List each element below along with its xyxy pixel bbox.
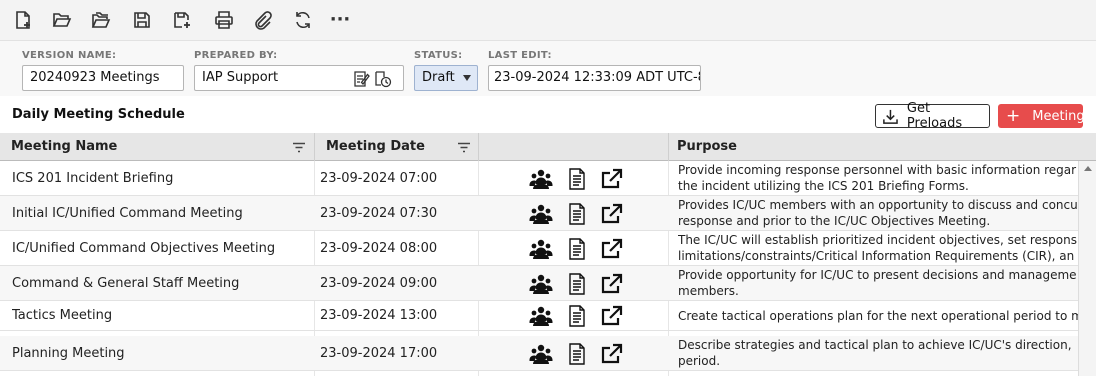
get-preloads-button[interactable]: Get Preloads [875, 101, 990, 131]
print-icon[interactable] [211, 7, 237, 33]
meeting-date-cell: 23-09-2024 09:00 [320, 275, 438, 291]
column-header-meeting-name[interactable]: Meeting Name [0, 133, 315, 161]
grid-header: Meeting Name Meeting Date Purpose [0, 133, 1096, 161]
open-external-icon[interactable] [599, 237, 625, 261]
history-icon[interactable] [374, 70, 392, 88]
save-as-icon[interactable] [169, 7, 195, 33]
attendees-icon[interactable] [528, 342, 554, 366]
attendees-icon[interactable] [528, 304, 554, 328]
purpose-line: limitations/constraints/Critical Informa… [678, 249, 1075, 263]
purpose-cell: The IC/UC will establish prioritized inc… [678, 231, 1078, 265]
version-name-label: VERSION NAME: [22, 50, 117, 61]
table-row[interactable]: IC/Unified Command Objectives Meeting 23-… [0, 231, 1078, 266]
attendees-icon[interactable] [528, 167, 554, 191]
column-header-actions [479, 133, 669, 161]
purpose-line: Provide incoming response personnel with… [678, 163, 1077, 177]
meeting-name-cell: IC/Unified Command Objectives Meeting [12, 240, 276, 256]
filter-icon[interactable] [457, 142, 471, 153]
attendees-icon[interactable] [528, 237, 554, 261]
save-icon[interactable] [129, 7, 155, 33]
plus-icon: + [1006, 106, 1021, 126]
add-meeting-button[interactable]: + Meeting [998, 104, 1085, 128]
table-row[interactable]: ICS 201 Incident Briefing 23-09-2024 07:0… [0, 161, 1078, 196]
purpose-cell: Provide incoming response personnel with… [678, 161, 1078, 195]
table-row[interactable]: Initial IC/Unified Command Meeting 23-09-… [0, 196, 1078, 231]
purpose-line: members. [678, 284, 739, 298]
prepared-by-field[interactable]: IAP Support [194, 65, 404, 91]
sign-icon[interactable] [353, 70, 371, 88]
purpose-line: Provides IC/UC members with an opportuni… [678, 198, 1078, 212]
new-document-icon[interactable] [10, 7, 36, 33]
section-title: Daily Meeting Schedule [12, 107, 185, 122]
purpose-line: period. [678, 354, 721, 368]
attendees-icon[interactable] [528, 202, 554, 226]
table-row[interactable]: Planning Meeting 23-09-2024 17:00 Describe… [0, 336, 1078, 371]
prepared-by-value: IAP Support [202, 70, 279, 85]
column-header-meeting-date[interactable]: Meeting Date [315, 133, 479, 161]
table-row[interactable]: Tactics Meeting 23-09-2024 13:00 Create ta… [0, 301, 1078, 331]
purpose-line: Provide opportunity for IC/UC to present… [678, 268, 1077, 282]
status-dropdown[interactable]: Draft [414, 65, 478, 91]
meeting-name-cell: Tactics Meeting [12, 308, 113, 323]
meeting-date-cell: 23-09-2024 08:00 [320, 240, 438, 256]
document-icon[interactable] [565, 237, 589, 261]
purpose-cell: Create tactical operations plan for the … [678, 301, 1078, 330]
meeting-date-cell: 23-09-2024 13:00 [320, 308, 438, 323]
attendees-icon[interactable] [528, 272, 554, 296]
refresh-icon[interactable] [290, 7, 316, 33]
table-row[interactable]: Command & General Staff Meeting 23-09-202… [0, 266, 1078, 301]
meeting-date-cell: 23-09-2024 07:00 [320, 170, 438, 186]
column-header-purpose[interactable]: Purpose [669, 133, 1096, 161]
purpose-cell: Describe strategies and tactical plan to… [678, 336, 1078, 370]
column-header-label: Meeting Name [11, 139, 118, 154]
open-external-icon[interactable] [599, 202, 625, 226]
vertical-scrollbar[interactable] [1078, 161, 1096, 376]
document-icon[interactable] [565, 167, 589, 191]
column-header-label: Meeting Date [326, 139, 425, 154]
filter-icon[interactable] [292, 142, 306, 153]
purpose-line: response and prior to the IC/UC Objectiv… [678, 214, 991, 228]
meeting-grid: Meeting Name Meeting Date Purpose ICS 20… [0, 133, 1096, 376]
more-icon[interactable]: ··· [327, 7, 353, 33]
status-value: Draft [422, 70, 455, 85]
last-edit-field: 23-09-2024 12:33:09 ADT UTC-8 [488, 65, 701, 91]
meeting-name-cell: ICS 201 Incident Briefing [12, 170, 174, 186]
document-icon[interactable] [565, 272, 589, 296]
scroll-up-icon[interactable] [1084, 166, 1092, 171]
more-label: ··· [329, 9, 351, 30]
download-icon [883, 109, 898, 124]
meeting-name-cell: Command & General Staff Meeting [12, 275, 240, 291]
chevron-down-icon [463, 75, 471, 81]
meeting-date-cell: 23-09-2024 17:00 [320, 345, 438, 361]
attach-icon[interactable] [249, 7, 275, 33]
open-external-icon[interactable] [599, 342, 625, 366]
meeting-name-cell: Planning Meeting [12, 345, 125, 361]
purpose-line: Create tactical operations plan for the … [678, 308, 1078, 323]
open-external-icon[interactable] [599, 167, 625, 191]
document-icon[interactable] [565, 342, 589, 366]
last-edit-label: LAST EDIT: [488, 50, 552, 61]
version-name-field[interactable]: 20240923 Meetings [22, 65, 184, 91]
toolbar: ··· [0, 0, 1096, 41]
purpose-line: Describe strategies and tactical plan to… [678, 338, 1072, 352]
meeting-date-cell: 23-09-2024 07:30 [320, 205, 438, 221]
prepared-by-label: PREPARED BY: [194, 50, 278, 61]
document-icon[interactable] [565, 202, 589, 226]
open-external-icon[interactable] [599, 304, 625, 328]
meeting-name-cell: Initial IC/Unified Command Meeting [12, 205, 243, 221]
open-folder-icon[interactable] [49, 7, 75, 33]
get-preloads-label: Get Preloads [906, 101, 963, 131]
open-multiple-icon[interactable] [88, 7, 114, 33]
purpose-line: the incident utilizing the ICS 201 Brief… [678, 179, 969, 193]
status-label: STATUS: [414, 50, 463, 61]
add-meeting-label: Meeting [1032, 108, 1085, 124]
purpose-line: The IC/UC will establish prioritized inc… [678, 233, 1077, 247]
open-external-icon[interactable] [599, 272, 625, 296]
version-form: VERSION NAME: 20240923 Meetings PREPARED… [0, 41, 1096, 96]
purpose-cell: Provide opportunity for IC/UC to present… [678, 266, 1078, 300]
document-icon[interactable] [565, 304, 589, 328]
purpose-cell: Provides IC/UC members with an opportuni… [678, 196, 1078, 230]
